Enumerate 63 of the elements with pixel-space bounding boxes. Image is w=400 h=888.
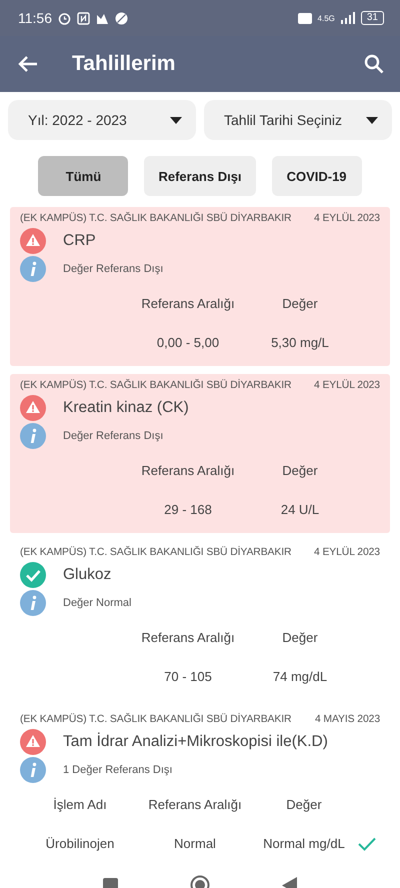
- facility-name: (EK KAMPÜS) T.C. SAĞLIK BAKANLIĞI SBÜ DİYARBAKIR: [20, 714, 292, 725]
- column-header: Referans Aralığı: [140, 629, 236, 647]
- check-circle-icon: [20, 562, 46, 588]
- dropdown-caret-icon: [366, 116, 378, 124]
- table-cell-text: Ürobilinojen: [44, 835, 116, 853]
- table-cell-text: Normal mg/dL: [262, 835, 346, 853]
- result-date: 4 EYLÜL 2023: [314, 213, 380, 224]
- warning-icon: [20, 395, 46, 421]
- test-name: Tam İdrar Analizi+Mikroskopisi ile(K.D): [63, 733, 328, 751]
- result-date: 4 MAYIS 2023: [314, 714, 380, 725]
- test-name: CRP: [63, 232, 96, 250]
- column-header: İşlem Adı: [52, 796, 108, 814]
- test-name: Kreatin kinaz (CK): [63, 399, 189, 417]
- info-icon: [20, 256, 46, 282]
- info-icon: [20, 423, 46, 449]
- column-header: Referans Aralığı: [140, 295, 236, 313]
- table-cell-text: Normal: [173, 835, 217, 853]
- pill-icon: [115, 12, 128, 24]
- filter-tab[interactable]: Tümü: [38, 156, 128, 196]
- result-card[interactable]: (EK KAMPÜS) T.C. SAĞLIK BAKANLIĞI SBÜ DİYARBAKIR 4 EYLÜL 2023 CRP Değer Referans Dışı Referans Aralığı Değer 0,00 - 5,00 5,30 mg/L: [10, 207, 390, 366]
- result-card[interactable]: (EK KAMPÜS) T.C. SAĞLIK BAKANLIĞI SBÜ DİYARBAKIR 4 EYLÜL 2023 Kreatin kinaz (CK) Değer Referans Dışı Referans Aralığı Değer 29 - 168 24 U/L: [10, 374, 390, 533]
- result-date: 4 EYLÜL 2023: [314, 547, 380, 558]
- battery-level: 31: [360, 11, 384, 25]
- result-note: Değer Normal: [63, 597, 132, 609]
- info-icon: [20, 590, 46, 616]
- filter-tab[interactable]: COVID-19: [272, 156, 362, 196]
- column-header: Değer: [281, 629, 319, 647]
- column-header: Referans Aralığı: [140, 462, 236, 480]
- result-note: 1 Değer Referans Dışı: [63, 764, 172, 776]
- column-header: Değer: [281, 295, 319, 313]
- warning-icon: [20, 729, 46, 755]
- warning-icon: [20, 228, 46, 254]
- test-name: Glukoz: [63, 566, 112, 584]
- result-note: Değer Referans Dışı: [63, 430, 164, 442]
- result-note: Değer Referans Dışı: [63, 263, 164, 275]
- status-time: 11:56: [18, 10, 52, 26]
- facility-name: (EK KAMPÜS) T.C. SAĞLIK BAKANLIĞI SBÜ DİYARBAKIR: [20, 547, 292, 558]
- table-cell-text: 24 U/L: [280, 501, 320, 519]
- table-cell-text: 70 - 105: [163, 668, 213, 686]
- image-icon: [96, 12, 109, 24]
- back-button[interactable]: [18, 55, 38, 73]
- table-cell-text: 5,30 mg/L: [270, 334, 330, 352]
- facility-name: (EK KAMPÜS) T.C. SAĞLIK BAKANLIĞI SBÜ DİYARBAKIR: [20, 380, 292, 391]
- table-cell-text: 0,00 - 5,00: [156, 334, 220, 352]
- column-header: Değer: [285, 796, 323, 814]
- search-button[interactable]: [364, 54, 384, 74]
- table-cell-text: 29 - 168: [163, 501, 213, 519]
- page-title: Tahlillerim: [72, 52, 176, 76]
- result-date: 4 EYLÜL 2023: [314, 380, 380, 391]
- table-cell-text: 74 mg/dL: [272, 668, 328, 686]
- network-type: 4.5G: [318, 14, 335, 22]
- nfc-icon: [77, 12, 90, 24]
- column-header: Değer: [281, 462, 319, 480]
- column-header: Referans Aralığı: [147, 796, 243, 814]
- filter-dropdown[interactable]: Yıl: 2022 - 2023: [8, 100, 196, 140]
- recent-apps-button[interactable]: [103, 878, 118, 888]
- signal-icon: [340, 12, 355, 24]
- filter-tab[interactable]: Referans Dışı: [144, 156, 256, 196]
- alarm-icon: [58, 12, 71, 24]
- filter-dropdown[interactable]: Tahlil Tarihi Seçiniz: [204, 100, 392, 140]
- dropdown-caret-icon: [170, 116, 182, 124]
- info-icon: [20, 757, 46, 783]
- facility-name: (EK KAMPÜS) T.C. SAĞLIK BAKANLIĞI SBÜ DİYARBAKIR: [20, 213, 292, 224]
